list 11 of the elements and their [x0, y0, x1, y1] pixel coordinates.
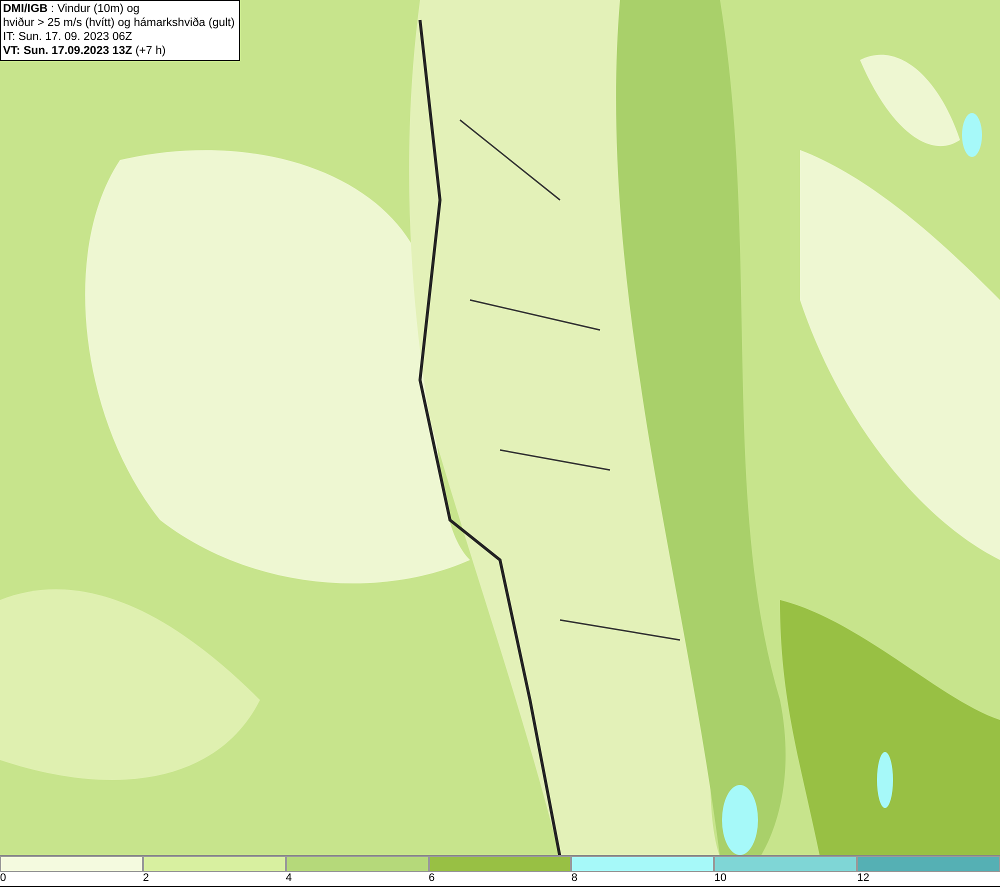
title-line: hviður > 25 m/s (hvítt) og hámarkshviða (gult) — [3, 17, 235, 30]
title-line: DMI/IGB : Vindur (10m) og — [3, 3, 141, 16]
legend-label: 2 — [142, 872, 149, 886]
title-line: VT: Sun. 17.09.2023 13Z (+7 h) — [3, 45, 167, 58]
legend-label: 6 — [428, 872, 435, 886]
legend-label: 4 — [286, 872, 292, 886]
legend-label: 8 — [571, 872, 578, 886]
title-line: IT: Sun. 17. 09. 2023 06Z — [3, 31, 134, 44]
legend-label: 12 — [857, 872, 870, 886]
legend-label: 10 — [714, 872, 727, 886]
legend-label: 0 — [0, 872, 6, 886]
